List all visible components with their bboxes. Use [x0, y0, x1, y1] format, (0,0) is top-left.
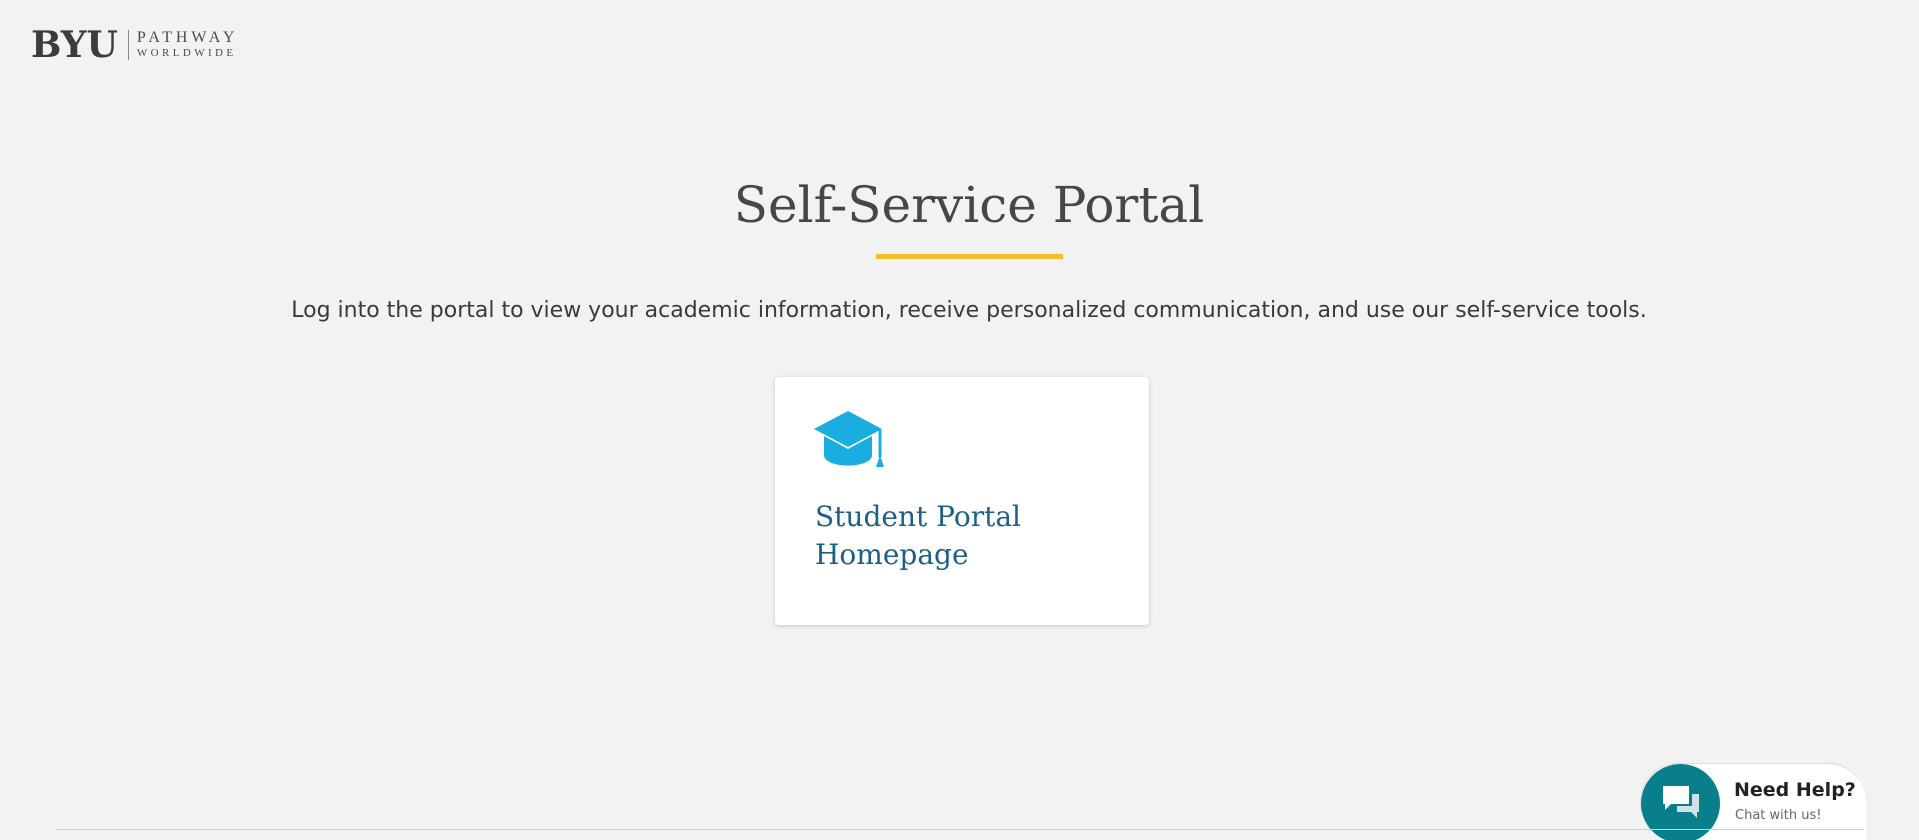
logo-divider	[127, 30, 129, 60]
footer-divider	[56, 829, 1864, 830]
chat-subtitle: Chat with us!	[1735, 808, 1822, 823]
intro-text: Log into the portal to view your academi…	[291, 298, 1647, 323]
student-portal-card[interactable]: Student Portal Homepage	[775, 377, 1149, 625]
logo-worldwide-text: WORLDWIDE	[136, 47, 237, 59]
card-label: Student Portal Homepage	[815, 500, 1021, 571]
graduation-cap-icon	[814, 411, 886, 471]
title-underline	[876, 254, 1063, 259]
logo-pathway-text: PATHWAY	[136, 29, 239, 46]
logo-byu-text: BYU	[31, 24, 118, 66]
byu-pathway-logo[interactable]: BYU PATHWAY WORLDWIDE	[31, 24, 239, 66]
logo-wordmark: PATHWAY WORLDWIDE	[137, 30, 239, 60]
page-title: Self-Service Portal	[733, 176, 1205, 234]
chat-title: Need Help?	[1734, 779, 1856, 801]
